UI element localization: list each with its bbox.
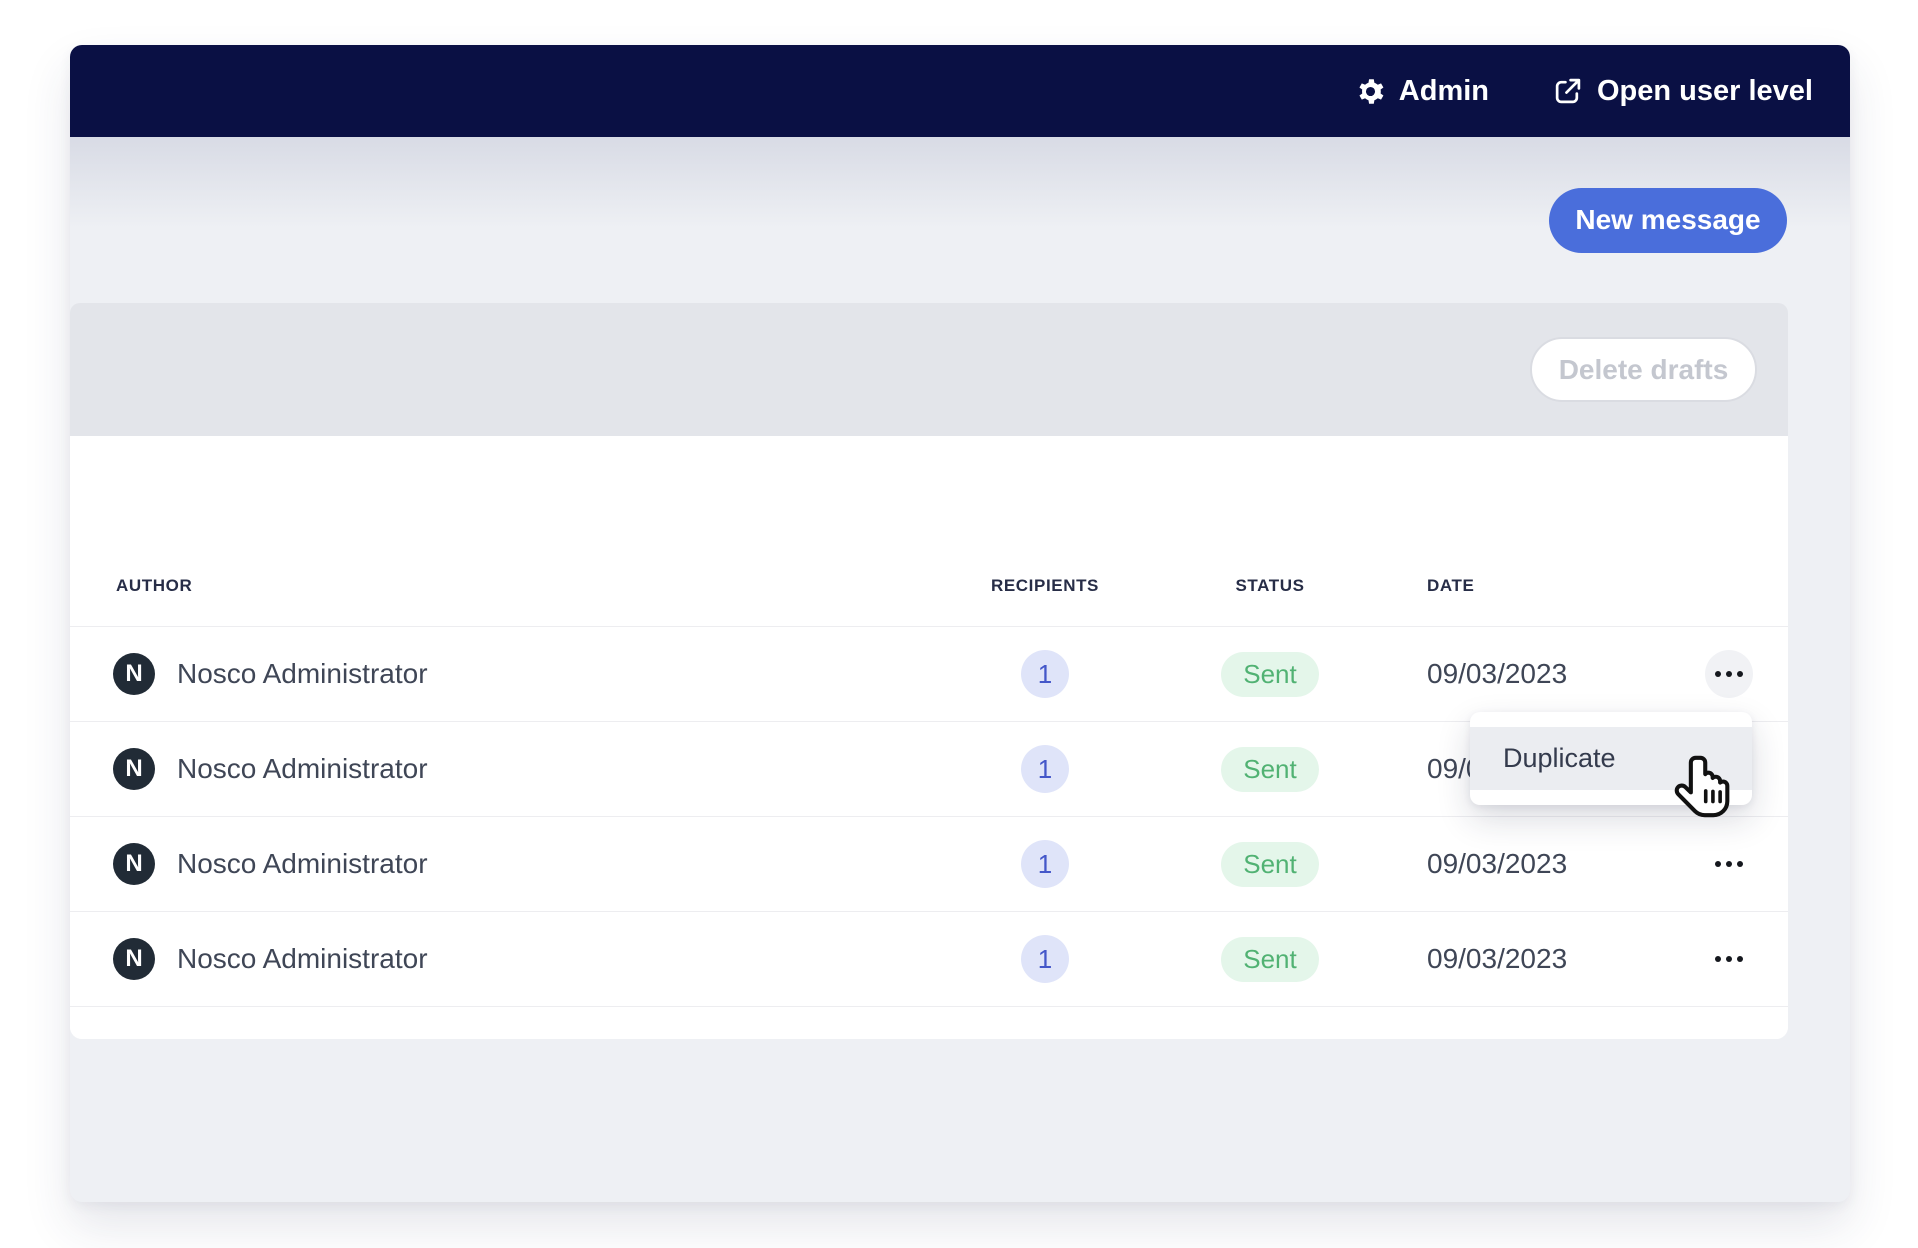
status-badge: Sent	[1221, 652, 1319, 697]
gear-icon	[1357, 78, 1384, 105]
author-cell: N Nosco Administrator	[70, 653, 950, 695]
open-user-level-link[interactable]: Open user level	[1553, 75, 1813, 108]
status-badge: Sent	[1221, 842, 1319, 887]
table-row[interactable]: N Nosco Administrator 1 Sent 09/03/2023	[70, 912, 1788, 1007]
date-cell: 09/03/2023	[1400, 848, 1700, 880]
row-actions-button[interactable]	[1705, 650, 1753, 698]
admin-label: Admin	[1399, 75, 1489, 108]
recipients-count-badge: 1	[1021, 935, 1069, 983]
external-link-icon	[1553, 77, 1582, 106]
status-cell: Sent	[1140, 842, 1400, 887]
ellipsis-icon	[1715, 671, 1721, 677]
table-row[interactable]: N Nosco Administrator 1 Sent 09/03/2023	[70, 627, 1788, 722]
page-actions: New message	[70, 137, 1850, 303]
app-window: Admin Open user level New message Delete…	[70, 45, 1850, 1202]
top-nav: Admin Open user level	[70, 45, 1850, 137]
author-name: Nosco Administrator	[177, 848, 428, 880]
avatar: N	[113, 748, 155, 790]
admin-menu[interactable]: Admin	[1357, 75, 1489, 108]
status-cell: Sent	[1140, 652, 1400, 697]
author-name: Nosco Administrator	[177, 943, 428, 975]
column-header-recipients: RECIPIENTS	[950, 576, 1140, 626]
author-cell: N Nosco Administrator	[70, 748, 950, 790]
recipients-cell: 1	[950, 935, 1140, 983]
table-toolbar: Delete drafts	[70, 303, 1788, 436]
recipients-count-badge: 1	[1021, 745, 1069, 793]
open-user-level-label: Open user level	[1597, 75, 1813, 108]
delete-drafts-button[interactable]: Delete drafts	[1530, 337, 1757, 402]
author-name: Nosco Administrator	[177, 753, 428, 785]
status-badge: Sent	[1221, 937, 1319, 982]
row-actions-button[interactable]	[1705, 935, 1753, 983]
new-message-button[interactable]: New message	[1549, 188, 1787, 253]
author-name: Nosco Administrator	[177, 658, 428, 690]
author-cell: N Nosco Administrator	[70, 938, 950, 980]
column-header-date: DATE	[1400, 576, 1700, 626]
date-cell: 09/03/2023	[1400, 943, 1700, 975]
date-cell: 09/03/2023	[1400, 658, 1700, 690]
table-footer-strip	[70, 1007, 1788, 1039]
recipients-count-badge: 1	[1021, 650, 1069, 698]
status-cell: Sent	[1140, 747, 1400, 792]
status-cell: Sent	[1140, 937, 1400, 982]
recipients-cell: 1	[950, 745, 1140, 793]
column-header-status: STATUS	[1140, 576, 1400, 626]
menu-item-duplicate[interactable]: Duplicate	[1470, 727, 1752, 790]
ellipsis-icon	[1715, 956, 1721, 962]
recipients-cell: 1	[950, 840, 1140, 888]
ellipsis-icon	[1715, 861, 1721, 867]
recipients-cell: 1	[950, 650, 1140, 698]
recipients-count-badge: 1	[1021, 840, 1069, 888]
author-cell: N Nosco Administrator	[70, 843, 950, 885]
row-actions-button[interactable]	[1705, 840, 1753, 888]
table-row[interactable]: N Nosco Administrator 1 Sent 09/03/2023	[70, 817, 1788, 912]
row-context-menu: Duplicate	[1470, 712, 1752, 805]
messages-panel: Delete drafts AUTHOR RECIPIENTS STATUS D…	[70, 303, 1788, 1039]
table-header-row: AUTHOR RECIPIENTS STATUS DATE	[70, 436, 1788, 627]
column-header-author: AUTHOR	[70, 576, 950, 626]
avatar: N	[113, 653, 155, 695]
status-badge: Sent	[1221, 747, 1319, 792]
avatar: N	[113, 843, 155, 885]
avatar: N	[113, 938, 155, 980]
